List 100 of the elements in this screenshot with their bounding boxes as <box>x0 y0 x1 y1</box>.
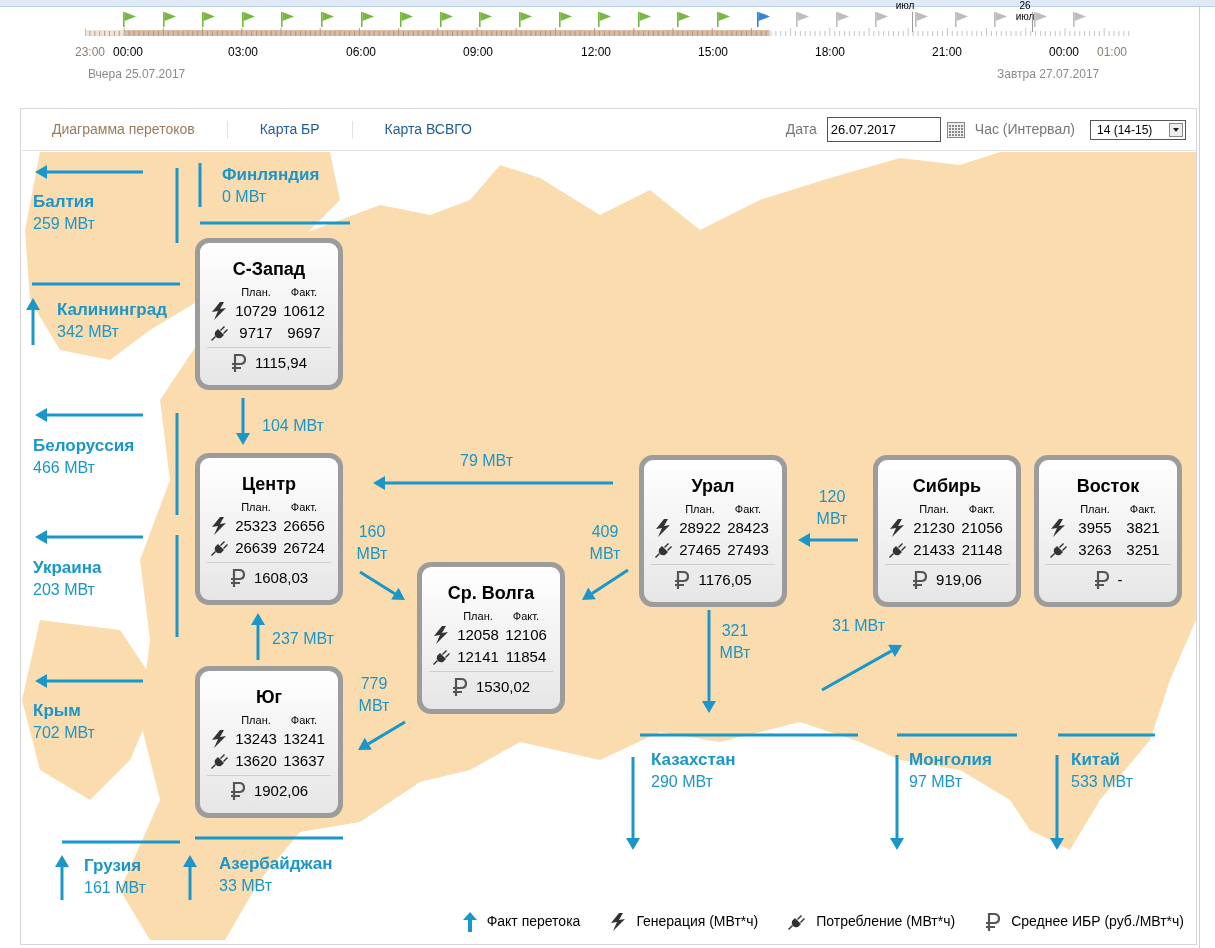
column-header: Факт. <box>967 503 997 516</box>
legend-label: Генерация (МВт*ч) <box>636 912 759 931</box>
hour-label: 03:00 <box>228 44 259 61</box>
price-value: 919,06 <box>936 570 982 590</box>
generation-value: 3821 <box>1125 518 1161 538</box>
flag-icon[interactable] <box>636 11 653 27</box>
flag-icon[interactable] <box>399 11 416 27</box>
generation-value: 12058 <box>456 625 500 645</box>
flag-icon[interactable] <box>557 11 574 27</box>
flag-icon[interactable] <box>993 11 1010 27</box>
country-name: Казахстан <box>651 749 736 771</box>
column-header: План. <box>240 286 272 299</box>
hour-label: 00:00 <box>1049 44 1080 61</box>
legend-label: Потребление (МВт*ч) <box>816 912 956 931</box>
column-header: План. <box>684 503 716 516</box>
flag-icon[interactable] <box>834 11 851 27</box>
flag-icon[interactable] <box>478 11 495 27</box>
flag-icon[interactable] <box>1072 11 1089 27</box>
hour-label: 21:00 <box>932 44 963 61</box>
flag-icon[interactable] <box>161 11 178 27</box>
flow-arrow <box>582 568 629 600</box>
generation-value: 28922 <box>678 518 722 538</box>
consumption-value: 12141 <box>456 647 500 667</box>
hour-label: 09:00 <box>463 44 494 61</box>
flag-icon[interactable] <box>953 11 970 27</box>
lightning-icon <box>655 519 671 537</box>
consumption-value: 3251 <box>1125 540 1161 560</box>
region-title: Центр <box>241 473 297 495</box>
lightning-icon <box>211 730 227 748</box>
month-marker: 26 июл <box>1014 0 1036 22</box>
hour-label: 23:00 <box>75 44 106 61</box>
country-name: Украина <box>33 557 102 579</box>
flag-icon[interactable] <box>914 11 930 27</box>
region-title: Ср. Волга <box>447 582 535 604</box>
column-header: План. <box>240 501 272 514</box>
flag-icon[interactable] <box>518 11 534 27</box>
flag-icon[interactable] <box>320 11 336 27</box>
lightning-icon <box>433 626 449 644</box>
plug-icon <box>211 324 229 342</box>
dropdown-icon[interactable] <box>1169 122 1183 137</box>
ruble-icon <box>985 911 1002 932</box>
flag-icon[interactable] <box>597 11 614 27</box>
consumption-value: 26724 <box>282 538 326 558</box>
plug-icon <box>655 541 673 559</box>
plug-icon <box>211 539 229 557</box>
flow-value: 702 МВт <box>33 723 95 743</box>
flag-icon[interactable] <box>1032 11 1049 27</box>
flow-value: 321 МВт <box>718 621 752 663</box>
hour-select[interactable]: 14 (14-15) <box>1090 119 1186 140</box>
tab[interactable]: Карта ВСВГО <box>384 119 472 140</box>
price-value: 1115,94 <box>255 353 307 373</box>
flag-icon[interactable] <box>240 11 257 27</box>
consumption-value: 27465 <box>678 540 722 560</box>
flag-icon[interactable] <box>280 11 297 27</box>
column-header: План. <box>1079 503 1111 516</box>
country-name: Белоруссия <box>33 435 135 457</box>
flag-icon[interactable] <box>438 11 455 27</box>
hour-label: 15:00 <box>698 44 729 61</box>
flow-value: 33 МВт <box>219 876 274 896</box>
flow-value: 290 МВт <box>651 772 714 792</box>
region-title: Урал <box>691 475 735 497</box>
flag-icon[interactable] <box>359 11 376 27</box>
flow-value: 160 МВт <box>355 522 389 564</box>
ruble-icon <box>231 353 247 374</box>
region-title: Юг <box>255 686 283 708</box>
column-header: Факт. <box>511 610 541 623</box>
flow-arrow <box>359 570 405 600</box>
tab[interactable]: Карта БР <box>259 119 320 140</box>
flag-icon[interactable] <box>795 11 812 27</box>
country-name: Балтия <box>33 191 95 213</box>
lightning-icon <box>211 517 227 535</box>
price-value: 1530,02 <box>475 677 531 697</box>
ruble-icon <box>229 568 246 589</box>
ruble-icon <box>1093 570 1110 591</box>
ruble-icon <box>912 570 929 591</box>
flow-arrow <box>183 855 197 900</box>
column-header: Факт. <box>289 501 319 514</box>
tab[interactable]: Диаграмма перетоков <box>52 119 195 140</box>
flag-icon[interactable] <box>716 11 732 27</box>
month-marker: июл <box>894 0 916 11</box>
consumption-value: 13637 <box>282 751 326 771</box>
flag-icon[interactable] <box>201 11 218 27</box>
generation-value: 26656 <box>282 516 326 536</box>
hour-label: 01:00 <box>1097 44 1128 61</box>
column-header: План. <box>462 610 494 623</box>
flag-icon[interactable] <box>676 11 693 27</box>
flow-value: 533 МВт <box>1071 772 1133 792</box>
flag-icon[interactable] <box>755 11 772 27</box>
flow-value: 31 МВт <box>832 616 886 636</box>
calendar-icon[interactable] <box>946 121 965 138</box>
ruble-icon <box>674 570 691 591</box>
flow-value: 97 МВт <box>909 772 964 792</box>
legend-label: Среднее ИБР (руб./МВт*ч) <box>1011 912 1184 931</box>
flag-icon[interactable] <box>122 11 138 27</box>
flag-icon[interactable] <box>874 11 891 27</box>
price-value: 1902,06 <box>253 781 309 801</box>
generation-value: 21056 <box>960 518 1004 538</box>
date-field[interactable]: 26.07.2017 <box>826 117 941 142</box>
column-header: Факт. <box>289 286 319 299</box>
column-header: Факт. <box>1128 503 1158 516</box>
